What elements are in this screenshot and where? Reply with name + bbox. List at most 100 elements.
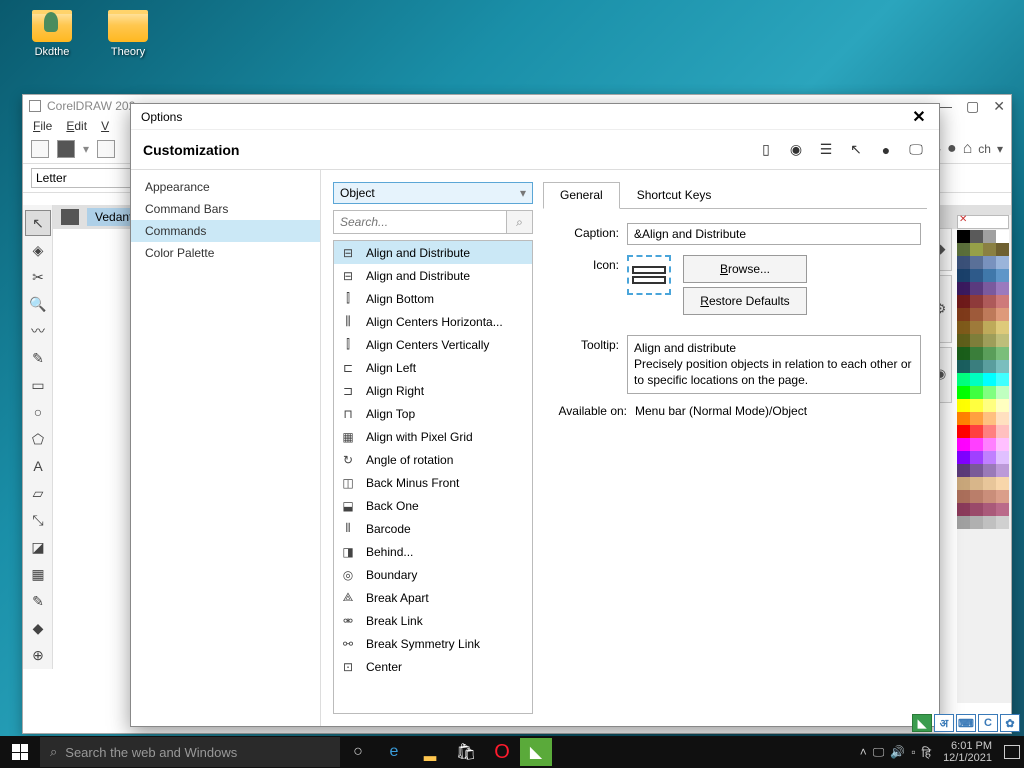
menu-view[interactable]: V (101, 119, 109, 133)
ellipse-tool[interactable]: ○ (25, 399, 51, 425)
lang-tool-hindi[interactable]: अ (934, 714, 954, 732)
color-swatch[interactable] (957, 256, 970, 269)
color-swatch[interactable] (983, 503, 996, 516)
shape-tool[interactable]: ◈ (25, 237, 51, 263)
command-item[interactable]: ⊟Align and Distribute (334, 264, 532, 287)
settings-icon[interactable]: ☰ (815, 140, 837, 160)
color-swatch[interactable] (957, 438, 970, 451)
color-swatch[interactable] (996, 516, 1009, 529)
command-item[interactable]: ◨Behind... (334, 540, 532, 563)
taskbar-explorer[interactable]: ▂ (412, 736, 448, 768)
freehand-tool[interactable]: 〰 (25, 318, 51, 344)
command-item[interactable]: ◫Back Minus Front (334, 471, 532, 494)
zoom-tool[interactable]: 🔍 (25, 291, 51, 317)
color-swatch[interactable] (996, 256, 1009, 269)
color-swatch[interactable] (970, 295, 983, 308)
lang-tool-c[interactable]: C (978, 714, 998, 732)
color-swatch[interactable] (970, 256, 983, 269)
color-swatch[interactable] (983, 412, 996, 425)
taskbar-edge[interactable]: e (376, 736, 412, 768)
color-swatch[interactable] (970, 269, 983, 282)
category-appearance[interactable]: Appearance (131, 176, 320, 198)
color-swatch[interactable] (983, 490, 996, 503)
color-swatch[interactable] (957, 490, 970, 503)
color-swatch[interactable] (957, 516, 970, 529)
color-swatch[interactable] (957, 386, 970, 399)
search-icon[interactable]: ⌕ (507, 210, 533, 234)
command-item[interactable]: ⫿Align Centers Vertically (334, 333, 532, 356)
eyedropper-tool[interactable]: ✎ (25, 588, 51, 614)
start-button[interactable] (0, 736, 40, 768)
pointer-icon[interactable]: ↖ (845, 140, 867, 160)
color-swatch[interactable] (996, 425, 1009, 438)
home-icon[interactable] (61, 209, 79, 225)
color-swatch[interactable] (957, 321, 970, 334)
command-item[interactable]: ⊡Center (334, 655, 532, 678)
shadow-tool[interactable]: ◪ (25, 534, 51, 560)
save-button[interactable] (97, 140, 115, 158)
color-swatch[interactable] (996, 386, 1009, 399)
command-list[interactable]: ⊟Align and Distribute⊟Align and Distribu… (333, 240, 533, 714)
new-button[interactable] (31, 140, 49, 158)
color-swatch[interactable] (970, 334, 983, 347)
color-swatch[interactable] (983, 373, 996, 386)
taskbar-search[interactable]: ⌕ Search the web and Windows (40, 737, 340, 767)
color-swatch[interactable] (996, 438, 1009, 451)
color-swatch[interactable] (970, 308, 983, 321)
no-color-swatch[interactable] (957, 215, 1009, 229)
color-swatch[interactable] (996, 230, 1009, 243)
maximize-button[interactable]: ▢ (966, 98, 979, 115)
command-item[interactable]: ⬓Back One (334, 494, 532, 517)
lang-tool-keyboard[interactable]: ⌨ (956, 714, 976, 732)
lang-tool-settings[interactable]: ✿ (1000, 714, 1020, 732)
color-swatch[interactable] (996, 490, 1009, 503)
dropdown-arrow-icon[interactable]: ▾ (83, 142, 89, 156)
color-swatch[interactable] (957, 425, 970, 438)
color-swatch[interactable] (983, 243, 996, 256)
color-swatch[interactable] (970, 230, 983, 243)
polygon-tool[interactable]: ⬠ (25, 426, 51, 452)
color-swatch[interactable] (983, 399, 996, 412)
color-swatch[interactable] (970, 373, 983, 386)
color-swatch[interactable] (957, 360, 970, 373)
command-item[interactable]: ⚮Break Link (334, 609, 532, 632)
color-swatch[interactable] (970, 516, 983, 529)
color-swatch[interactable] (970, 386, 983, 399)
tray-volume-icon[interactable]: 🔊 (890, 745, 905, 759)
globe-icon[interactable]: ◉ (785, 140, 807, 160)
color-swatch[interactable] (983, 282, 996, 295)
parallel-tool[interactable]: ▱ (25, 480, 51, 506)
tray-language[interactable]: हि (922, 744, 931, 761)
crop-tool[interactable]: ✂ (25, 264, 51, 290)
color-swatch[interactable] (983, 438, 996, 451)
browse-button[interactable]: Browse... (683, 255, 807, 283)
color-swatch[interactable] (983, 516, 996, 529)
color-swatch[interactable] (957, 412, 970, 425)
color-swatch[interactable] (996, 269, 1009, 282)
color-swatch[interactable] (957, 451, 970, 464)
command-item[interactable]: ⟁Break Apart (334, 586, 532, 609)
open-button[interactable] (57, 140, 75, 158)
color-swatch[interactable] (970, 282, 983, 295)
color-swatch[interactable] (970, 451, 983, 464)
color-swatch[interactable] (983, 321, 996, 334)
command-item[interactable]: ⊐Align Right (334, 379, 532, 402)
command-item[interactable]: ↻Angle of rotation (334, 448, 532, 471)
tray-notifications-icon[interactable] (1004, 745, 1020, 759)
tool-monitor-icon[interactable]: ⌂ (963, 140, 973, 158)
color-swatch[interactable] (983, 477, 996, 490)
color-swatch[interactable] (983, 451, 996, 464)
menu-edit[interactable]: Edit (66, 119, 87, 133)
color-swatch[interactable] (983, 256, 996, 269)
color-swatch[interactable] (970, 399, 983, 412)
command-item[interactable]: ⚯Break Symmetry Link (334, 632, 532, 655)
category-color-palette[interactable]: Color Palette (131, 242, 320, 264)
color-swatch[interactable] (983, 347, 996, 360)
monitor-icon[interactable]: 🖵 (905, 140, 927, 160)
color-swatch[interactable] (996, 334, 1009, 347)
command-item[interactable]: ◎Boundary (334, 563, 532, 586)
bulb-icon[interactable]: ● (875, 140, 897, 160)
color-swatch[interactable] (996, 308, 1009, 321)
color-swatch[interactable] (970, 464, 983, 477)
fill-tool[interactable]: ◆ (25, 615, 51, 641)
